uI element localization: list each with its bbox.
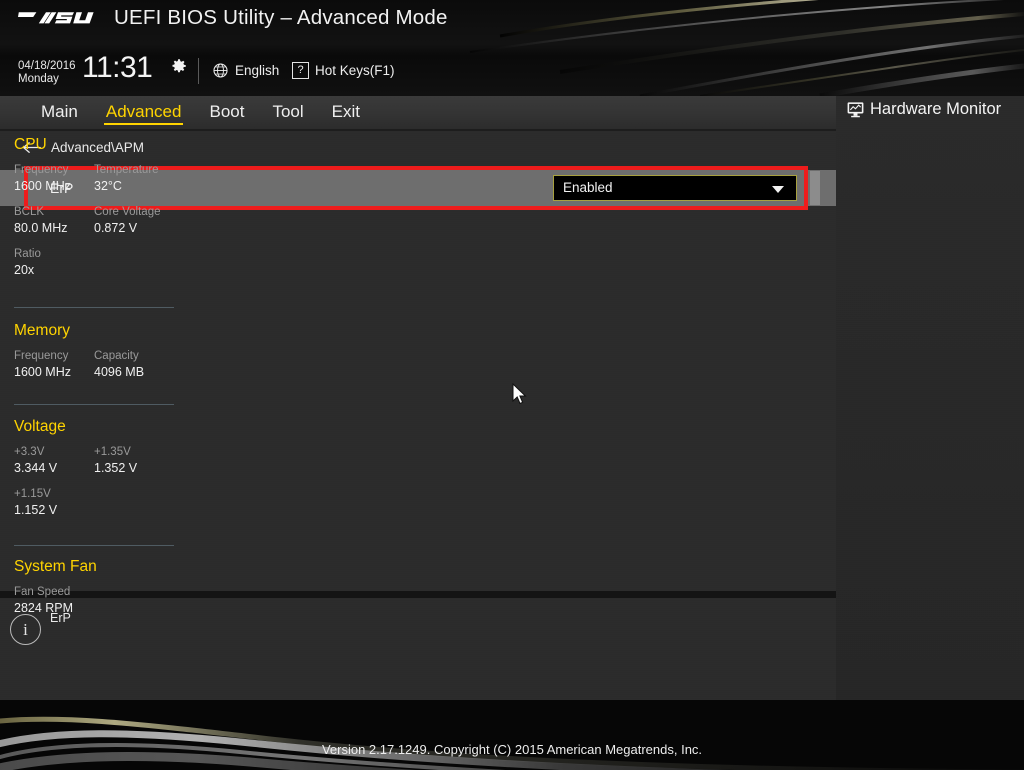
hw-value: 4096 MB	[94, 365, 145, 379]
title-bar: UEFI BIOS Utility – Advanced Mode 04/18/…	[0, 0, 1024, 96]
hw-item-voltage-3v3: +3.3V 3.344 V	[14, 445, 94, 476]
hotkeys-label: Hot Keys(F1)	[315, 63, 395, 78]
hw-value: 1600 MHz	[14, 179, 71, 193]
footer-bar	[0, 700, 1024, 770]
hw-key: +1.35V	[94, 446, 131, 458]
hw-texture	[836, 96, 1024, 700]
hw-key: Frequency	[14, 164, 69, 176]
tab-exit[interactable]: Exit	[329, 102, 363, 124]
asus-logo	[18, 12, 94, 24]
app-title: UEFI BIOS Utility – Advanced Mode	[114, 6, 448, 29]
hw-key: Capacity	[94, 350, 139, 362]
hw-value: 32°C	[94, 179, 122, 193]
hw-value: 1.152 V	[14, 503, 58, 517]
hw-value: 1.352 V	[94, 461, 138, 475]
hw-section-memory: Memory Frequency 1600 MHz Capacity 4096 …	[14, 322, 174, 391]
copyright-text: Version 2.17.1249. Copyright (C) 2015 Am…	[321, 742, 703, 757]
footer-decoration	[0, 716, 1024, 770]
hw-item-memory-frequency: Frequency 1600 MHz	[14, 349, 94, 380]
question-mark-icon: ?	[292, 62, 309, 79]
hardware-monitor-panel	[836, 96, 1024, 700]
clock-text: 11:31	[82, 51, 153, 84]
bios-screen: UEFI BIOS Utility – Advanced Mode 04/18/…	[0, 0, 1024, 770]
hw-section-cpu: CPU Frequency 1600 MHz Temperature 32°C …	[14, 136, 174, 289]
hw-section-title-cpu: CPU	[14, 136, 47, 153]
hw-divider-1	[14, 307, 174, 308]
hw-divider-3	[14, 545, 174, 546]
hardware-monitor-title: Hardware Monitor	[870, 100, 1002, 118]
hw-value: 80.0 MHz	[14, 221, 68, 235]
gear-icon[interactable]	[170, 57, 188, 75]
hw-section-title-voltage: Voltage	[14, 418, 66, 435]
hw-section-title-system-fan: System Fan	[14, 558, 97, 575]
hw-key: +3.3V	[14, 446, 45, 458]
monitor-chart-icon	[847, 102, 864, 118]
mouse-cursor	[512, 383, 527, 405]
hw-item-cpu-temperature: Temperature 32°C	[94, 163, 174, 194]
settings-scrollbar-thumb[interactable]	[810, 171, 820, 205]
header-divider	[198, 58, 199, 84]
main-nav-tabs: Main Advanced Boot Tool Exit	[0, 96, 836, 129]
hw-value: 3.344 V	[14, 461, 58, 475]
hw-value: 2824 RPM	[14, 601, 74, 615]
hw-item-fan-speed: Fan Speed 2824 RPM	[14, 585, 94, 616]
hardware-monitor-header: Hardware Monitor	[846, 100, 1001, 119]
hw-item-cpu-bclk: BCLK 80.0 MHz	[14, 205, 94, 236]
hw-item-cpu-core-voltage: Core Voltage 0.872 V	[94, 205, 174, 236]
date-text: 04/18/2016	[18, 60, 76, 72]
hw-item-cpu-ratio: Ratio 20x	[14, 247, 94, 278]
tab-advanced[interactable]: Advanced	[103, 102, 185, 125]
hw-key: Frequency	[14, 350, 69, 362]
hw-key: Fan Speed	[14, 586, 71, 598]
hw-item-voltage-1v15: +1.15V 1.152 V	[14, 487, 94, 518]
hw-key: BCLK	[14, 206, 45, 218]
hw-value: 1600 MHz	[14, 365, 71, 379]
hotkeys-button[interactable]: ? Hot Keys(F1)	[292, 62, 395, 79]
language-label: English	[235, 63, 280, 78]
hw-key: Core Voltage	[94, 206, 161, 218]
hw-item-voltage-1v35: +1.35V 1.352 V	[94, 445, 174, 476]
hw-section-voltage: Voltage +3.3V 3.344 V +1.35V 1.352 V +1.…	[14, 418, 174, 529]
hw-key: Ratio	[14, 248, 41, 260]
hw-section-system-fan: System Fan Fan Speed 2824 RPM	[14, 558, 174, 627]
hw-item-cpu-frequency: Frequency 1600 MHz	[14, 163, 94, 194]
tab-boot[interactable]: Boot	[206, 102, 247, 124]
language-selector[interactable]: English	[212, 62, 279, 79]
hw-value: 20x	[14, 263, 35, 277]
tab-main[interactable]: Main	[38, 102, 81, 124]
tab-tool[interactable]: Tool	[269, 102, 306, 124]
weekday-text: Monday	[18, 73, 59, 85]
hw-item-memory-capacity: Capacity 4096 MB	[94, 349, 174, 380]
hw-value: 0.872 V	[94, 221, 138, 235]
globe-icon	[213, 63, 228, 78]
hw-key: +1.15V	[14, 488, 51, 500]
hw-section-title-memory: Memory	[14, 322, 70, 339]
hw-divider-2	[14, 404, 174, 405]
date-block: 04/18/2016 Monday	[18, 60, 76, 86]
hw-key: Temperature	[94, 164, 159, 176]
